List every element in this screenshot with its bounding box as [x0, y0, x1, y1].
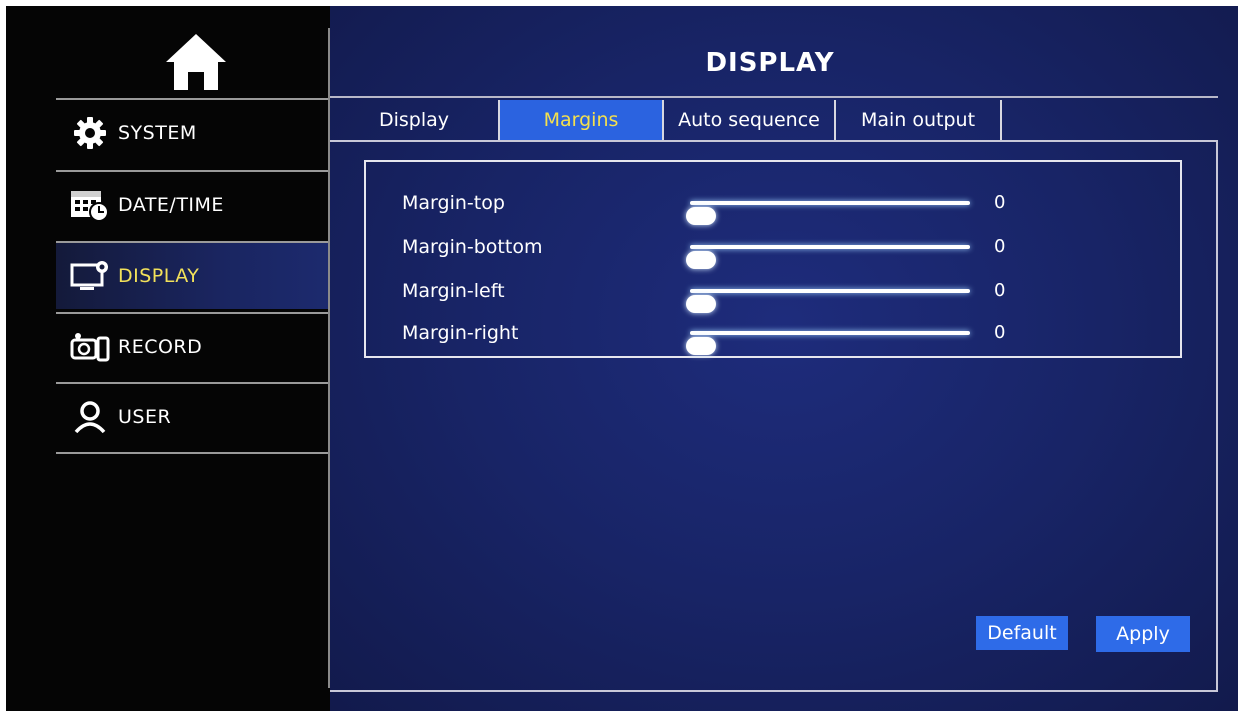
- gear-icon: [70, 116, 110, 150]
- sidebar-item-system[interactable]: SYSTEM: [56, 98, 328, 166]
- apply-button[interactable]: Apply: [1096, 616, 1190, 652]
- content-border-right: [1216, 140, 1218, 692]
- main-panel: DISPLAY Display Margins Auto sequence Ma…: [330, 6, 1238, 711]
- margin-left-value: 0: [994, 280, 1006, 301]
- sidebar: SYSTEM DATE/TIME DISPLAY RECORD USER: [6, 6, 328, 711]
- margin-right-row: Margin-right 0: [402, 318, 1162, 355]
- tab-bar: Display Margins Auto sequence Main outpu…: [330, 100, 1002, 140]
- monitor-settings-icon: [70, 259, 110, 293]
- margin-right-slider-knob[interactable]: [686, 337, 716, 355]
- camera-icon: [70, 330, 110, 364]
- home-icon: [166, 34, 226, 90]
- margin-top-row: Margin-top 0: [402, 188, 1162, 225]
- sidebar-item-label: DATE/TIME: [118, 194, 224, 216]
- sidebar-item-record[interactable]: RECORD: [56, 312, 328, 380]
- margin-right-slider[interactable]: [686, 331, 970, 355]
- sidebar-item-label: DISPLAY: [118, 265, 200, 287]
- tab-auto-sequence[interactable]: Auto sequence: [664, 100, 836, 140]
- margin-left-row: Margin-left 0: [402, 276, 1162, 313]
- home-button[interactable]: [164, 32, 228, 92]
- margin-bottom-label: Margin-bottom: [402, 236, 543, 258]
- margin-top-slider-knob[interactable]: [686, 207, 716, 225]
- margin-right-value: 0: [994, 322, 1006, 343]
- default-button[interactable]: Default: [976, 616, 1068, 650]
- margin-top-label: Margin-top: [402, 192, 505, 214]
- screen: SYSTEM DATE/TIME DISPLAY RECORD USER DIS…: [6, 6, 1238, 711]
- sidebar-item-label: SYSTEM: [118, 122, 197, 144]
- margin-left-label: Margin-left: [402, 280, 505, 302]
- margin-left-slider[interactable]: [686, 289, 970, 313]
- margin-top-value: 0: [994, 192, 1006, 213]
- title-divider: [330, 96, 1218, 98]
- sidebar-item-label: USER: [118, 406, 172, 428]
- margin-top-slider[interactable]: [686, 201, 970, 225]
- sidebar-item-datetime[interactable]: DATE/TIME: [56, 170, 328, 238]
- content-border-bottom: [330, 690, 1218, 692]
- margin-bottom-row: Margin-bottom 0: [402, 232, 1162, 269]
- margin-bottom-slider-knob[interactable]: [686, 251, 716, 269]
- tab-margins[interactable]: Margins: [500, 100, 664, 140]
- margin-bottom-slider[interactable]: [686, 245, 970, 269]
- margin-bottom-value: 0: [994, 236, 1006, 257]
- user-icon: [70, 400, 110, 434]
- page-title: DISPLAY: [705, 48, 835, 78]
- sidebar-divider: [56, 452, 328, 454]
- sidebar-item-user[interactable]: USER: [56, 382, 328, 450]
- tab-main-output[interactable]: Main output: [836, 100, 1002, 140]
- sidebar-item-display[interactable]: DISPLAY: [56, 241, 328, 309]
- tab-divider: [330, 140, 1218, 142]
- margin-right-label: Margin-right: [402, 322, 519, 344]
- margins-panel: Margin-top 0 Margin-bottom 0 Margin-left…: [364, 160, 1182, 358]
- tab-display[interactable]: Display: [330, 100, 500, 140]
- margin-left-slider-knob[interactable]: [686, 295, 716, 313]
- calendar-clock-icon: [70, 188, 110, 222]
- sidebar-item-label: RECORD: [118, 336, 203, 358]
